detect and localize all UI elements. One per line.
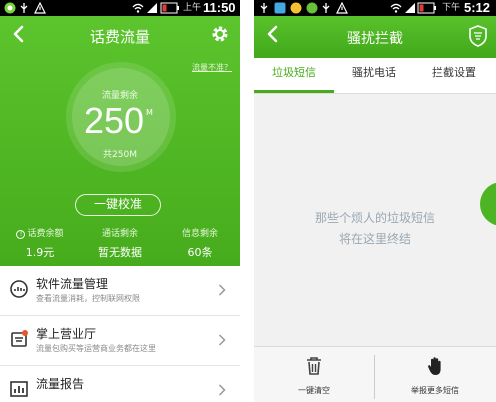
status-time: 5:12 [464,0,491,15]
menu-item-app-traffic[interactable]: 软件流量管理 查看流量消耗，控制联网权限 [0,266,240,316]
app-notification-icon [306,2,318,14]
harassment-screen: 下午 5:12 骚扰拦截 垃圾短信 骚扰电话 拦截设置 那些个烦人的垃圾短信 将… [254,0,496,402]
tab-spam-calls[interactable]: 骚扰电话 [334,58,414,94]
stat-sms-label: 信息剩余 [181,229,218,239]
tab-block-settings[interactable]: 拦截设置 [414,58,494,94]
chevron-right-icon [218,334,226,346]
report-more-label: 举报更多短信 [411,386,459,395]
status-ampm: 上午 [183,3,202,13]
stat-calls-value: 暂无数据 [98,246,142,259]
active-tab-indicator [254,90,334,93]
report-chart-icon [10,381,28,397]
app-header: 骚扰拦截 [254,16,496,58]
gear-icon[interactable] [210,24,230,44]
total-traffic: 共250M [103,150,137,160]
chevron-right-icon [218,384,226,396]
chevron-right-icon [218,284,226,296]
stat-balance-value: 1.9元 [25,246,55,259]
menu-item-title: 掌上营业厅 [36,327,97,341]
wifi-icon [132,3,144,13]
traffic-inaccurate-link[interactable]: 流量不准？ [192,62,232,73]
status-bar: 上午 11:50 [0,0,240,16]
stat-balance-label-row: ! 话费余额 [0,226,80,239]
remaining-traffic-unit: M [146,108,153,117]
clear-all-button[interactable]: 一键清空 [254,347,374,402]
stat-sms-value: 60条 [187,246,213,259]
remaining-traffic-value: 250 [84,100,145,141]
warning-icon [34,2,46,14]
menu-item-service-hall[interactable]: 掌上营业厅 流量包购买等运营商业务都在这里 [0,316,240,366]
app-notification-icon [274,2,286,14]
app-notification-icon [4,2,16,14]
shopping-cart-icon [11,330,28,347]
signal-icon [405,3,415,13]
traffic-screen: 上午 11:50 话费流量 流量不准？ 流量剩余 250 M 共250M 一键校… [0,0,240,402]
empty-state-line: 将在这里终结 [338,232,411,246]
page-title: 骚扰拦截 [347,31,403,47]
stat-calls-label: 通话剩余 [101,229,138,239]
page-title: 话费流量 [89,28,150,46]
menu-item-traffic-report[interactable]: 流量报告 [0,366,240,402]
stat-balance-label: 话费余额 [27,229,64,239]
status-time: 11:50 [203,0,236,15]
stat-balance[interactable]: ! 话费余额 1.9元 [0,226,80,260]
usb-icon [322,3,330,13]
signal-icon [147,3,157,13]
battery-icon [160,2,179,14]
usb-icon [260,3,268,13]
trash-icon [307,357,321,375]
battery-icon [417,2,436,14]
menu-item-title: 流量报告 [36,377,85,391]
bottom-action-bar: 一键清空 举报更多短信 [254,346,496,402]
menu-item-subtitle: 查看流量消耗，控制联网权限 [36,294,140,303]
shield-icon[interactable] [468,25,488,47]
wifi-icon [390,3,402,13]
warning-icon [336,2,348,14]
hand-stop-icon [427,357,441,375]
empty-state-message: 那些个烦人的垃圾短信 将在这里终结 [254,208,496,250]
report-more-button[interactable]: 举报更多短信 [375,347,495,402]
clear-all-label: 一键清空 [298,386,330,395]
status-bar: 下午 5:12 [254,0,496,16]
info-icon: ! [16,230,26,239]
tab-bar: 垃圾短信 骚扰电话 拦截设置 [254,58,496,94]
menu-item-subtitle: 流量包购买等运营商业务都在这里 [36,344,156,353]
stat-sms[interactable]: 信息剩余 60条 [160,226,240,260]
status-ampm: 下午 [442,3,461,13]
tab-spam-sms[interactable]: 垃圾短信 [254,58,334,94]
stat-calls[interactable]: 通话剩余 暂无数据 [80,226,160,260]
usb-icon [20,3,28,13]
menu-item-title: 软件流量管理 [36,277,109,291]
empty-state-line: 那些个烦人的垃圾短信 [314,211,435,225]
speedometer-icon [10,280,28,298]
calibrate-button[interactable]: 一键校准 [75,194,161,216]
traffic-summary-panel: 话费流量 流量不准？ 流量剩余 250 M 共250M 一键校准 ! 话费余额 1… [0,16,240,266]
app-notification-icon [290,2,302,14]
